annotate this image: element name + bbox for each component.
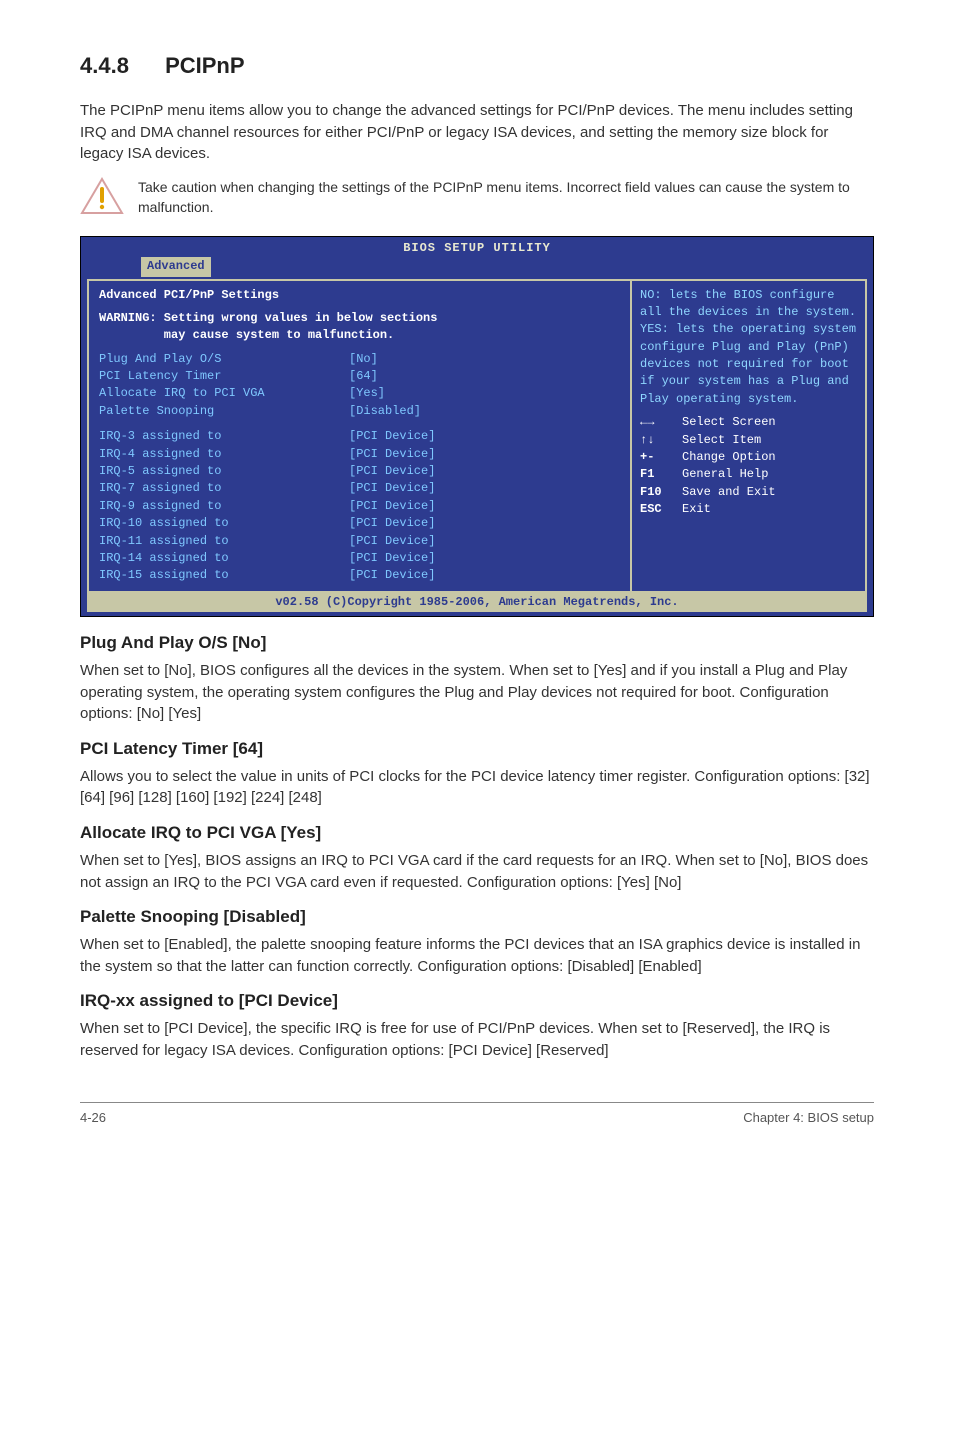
bios-setting-value: [Yes] xyxy=(349,385,385,402)
bios-irq-value: [PCI Device] xyxy=(349,480,435,497)
bios-title: BIOS SETUP UTILITY xyxy=(81,237,873,257)
bios-footer: v02.58 (C)Copyright 1985-2006, American … xyxy=(87,593,867,612)
bios-irq-value: [PCI Device] xyxy=(349,550,435,567)
bios-irq-label: IRQ-15 assigned to xyxy=(99,567,349,584)
bios-irq-label: IRQ-7 assigned to xyxy=(99,480,349,497)
bios-setting-value: [64] xyxy=(349,368,378,385)
bios-irq-row[interactable]: IRQ-3 assigned to[PCI Device] xyxy=(99,428,620,445)
bios-irq-value: [PCI Device] xyxy=(349,463,435,480)
bios-irq-value: [PCI Device] xyxy=(349,428,435,445)
bios-setting-row[interactable]: Plug And Play O/S[No] xyxy=(99,351,620,368)
bios-key-row: ←→Select Screen xyxy=(640,414,857,431)
bios-help-text: NO: lets the BIOS configure all the devi… xyxy=(640,287,857,409)
caution-box: Take caution when changing the settings … xyxy=(80,177,874,218)
bios-help-panel: NO: lets the BIOS configure all the devi… xyxy=(632,281,867,591)
section-title: PCIPnP xyxy=(165,53,244,78)
bios-irq-label: IRQ-3 assigned to xyxy=(99,428,349,445)
bios-setting-value: [Disabled] xyxy=(349,403,421,420)
bios-setting-row[interactable]: Allocate IRQ to PCI VGA[Yes] xyxy=(99,385,620,402)
bios-setting-label: Plug And Play O/S xyxy=(99,351,349,368)
bios-key-desc: Save and Exit xyxy=(682,484,776,501)
subsection-body: When set to [Enabled], the palette snoop… xyxy=(80,934,874,978)
subsection-body: When set to [PCI Device], the specific I… xyxy=(80,1018,874,1062)
bios-key: F10 xyxy=(640,484,682,501)
bios-irq-row[interactable]: IRQ-5 assigned to[PCI Device] xyxy=(99,463,620,480)
bios-irq-row[interactable]: IRQ-14 assigned to[PCI Device] xyxy=(99,550,620,567)
subsection-body: When set to [Yes], BIOS assigns an IRQ t… xyxy=(80,850,874,894)
bios-key-list: ←→Select Screen↑↓Select Item+-Change Opt… xyxy=(640,414,857,518)
bios-key-row: ESCExit xyxy=(640,501,857,518)
subsection-title: Palette Snooping [Disabled] xyxy=(80,905,874,930)
bios-key-row: F1General Help xyxy=(640,466,857,483)
bios-left-panel: Advanced PCI/PnP Settings WARNING: Setti… xyxy=(87,281,632,591)
subsection-body: When set to [No], BIOS configures all th… xyxy=(80,660,874,725)
bios-key-desc: General Help xyxy=(682,466,768,483)
bios-irq-label: IRQ-14 assigned to xyxy=(99,550,349,567)
bios-irq-value: [PCI Device] xyxy=(349,498,435,515)
bios-irq-label: IRQ-11 assigned to xyxy=(99,533,349,550)
bios-key-desc: Select Item xyxy=(682,432,761,449)
bios-setting-row[interactable]: Palette Snooping[Disabled] xyxy=(99,403,620,420)
chapter-label: Chapter 4: BIOS setup xyxy=(743,1109,874,1128)
caution-text: Take caution when changing the settings … xyxy=(138,177,874,218)
bios-irq-label: IRQ-5 assigned to xyxy=(99,463,349,480)
bios-irq-value: [PCI Device] xyxy=(349,515,435,532)
bios-key-row: ↑↓Select Item xyxy=(640,432,857,449)
bios-key: ←→ xyxy=(640,414,682,431)
bios-tab-row: Advanced xyxy=(81,257,873,278)
bios-key-row: +-Change Option xyxy=(640,449,857,466)
section-number: 4.4.8 xyxy=(80,53,129,78)
bios-key: ESC xyxy=(640,501,682,518)
bios-setting-label: Allocate IRQ to PCI VGA xyxy=(99,385,349,402)
bios-key-row: F10Save and Exit xyxy=(640,484,857,501)
bios-irq-row[interactable]: IRQ-7 assigned to[PCI Device] xyxy=(99,480,620,497)
bios-warning-l1: WARNING: Setting wrong values in below s… xyxy=(99,311,437,325)
bios-setting-label: PCI Latency Timer xyxy=(99,368,349,385)
bios-key-desc: Select Screen xyxy=(682,414,776,431)
section-intro: The PCIPnP menu items allow you to chang… xyxy=(80,100,874,165)
bios-irq-row[interactable]: IRQ-10 assigned to[PCI Device] xyxy=(99,515,620,532)
bios-key: ↑↓ xyxy=(640,432,682,449)
bios-body: Advanced PCI/PnP Settings WARNING: Setti… xyxy=(87,279,867,593)
section-heading: 4.4.8 PCIPnP xyxy=(80,50,874,82)
bios-tab-advanced[interactable]: Advanced xyxy=(141,257,211,276)
bios-key-desc: Exit xyxy=(682,501,711,518)
bios-irq-label: IRQ-4 assigned to xyxy=(99,446,349,463)
bios-irq-label: IRQ-10 assigned to xyxy=(99,515,349,532)
bios-key: +- xyxy=(640,449,682,466)
subsection-body: Allows you to select the value in units … xyxy=(80,766,874,810)
bios-irq-value: [PCI Device] xyxy=(349,446,435,463)
bios-irq-label: IRQ-9 assigned to xyxy=(99,498,349,515)
caution-icon xyxy=(80,177,124,215)
bios-key-desc: Change Option xyxy=(682,449,776,466)
bios-setting-value: [No] xyxy=(349,351,378,368)
bios-setting-row[interactable]: PCI Latency Timer[64] xyxy=(99,368,620,385)
bios-irq-row[interactable]: IRQ-11 assigned to[PCI Device] xyxy=(99,533,620,550)
bios-irq-row[interactable]: IRQ-15 assigned to[PCI Device] xyxy=(99,567,620,584)
bios-irq-row[interactable]: IRQ-4 assigned to[PCI Device] xyxy=(99,446,620,463)
bios-warning-l2: may cause system to malfunction. xyxy=(99,328,394,342)
subsection-title: Allocate IRQ to PCI VGA [Yes] xyxy=(80,821,874,846)
subsection-title: IRQ-xx assigned to [PCI Device] xyxy=(80,989,874,1014)
subsection-title: Plug And Play O/S [No] xyxy=(80,631,874,656)
page-footer: 4-26 Chapter 4: BIOS setup xyxy=(80,1102,874,1128)
bios-irq-value: [PCI Device] xyxy=(349,533,435,550)
subsection-title: PCI Latency Timer [64] xyxy=(80,737,874,762)
bios-warning: WARNING: Setting wrong values in below s… xyxy=(99,310,620,345)
bios-panel: BIOS SETUP UTILITY Advanced Advanced PCI… xyxy=(80,236,874,617)
page-number: 4-26 xyxy=(80,1109,106,1128)
bios-irq-row[interactable]: IRQ-9 assigned to[PCI Device] xyxy=(99,498,620,515)
bios-subheading: Advanced PCI/PnP Settings xyxy=(99,287,620,304)
bios-irq-value: [PCI Device] xyxy=(349,567,435,584)
bios-key: F1 xyxy=(640,466,682,483)
bios-setting-label: Palette Snooping xyxy=(99,403,349,420)
